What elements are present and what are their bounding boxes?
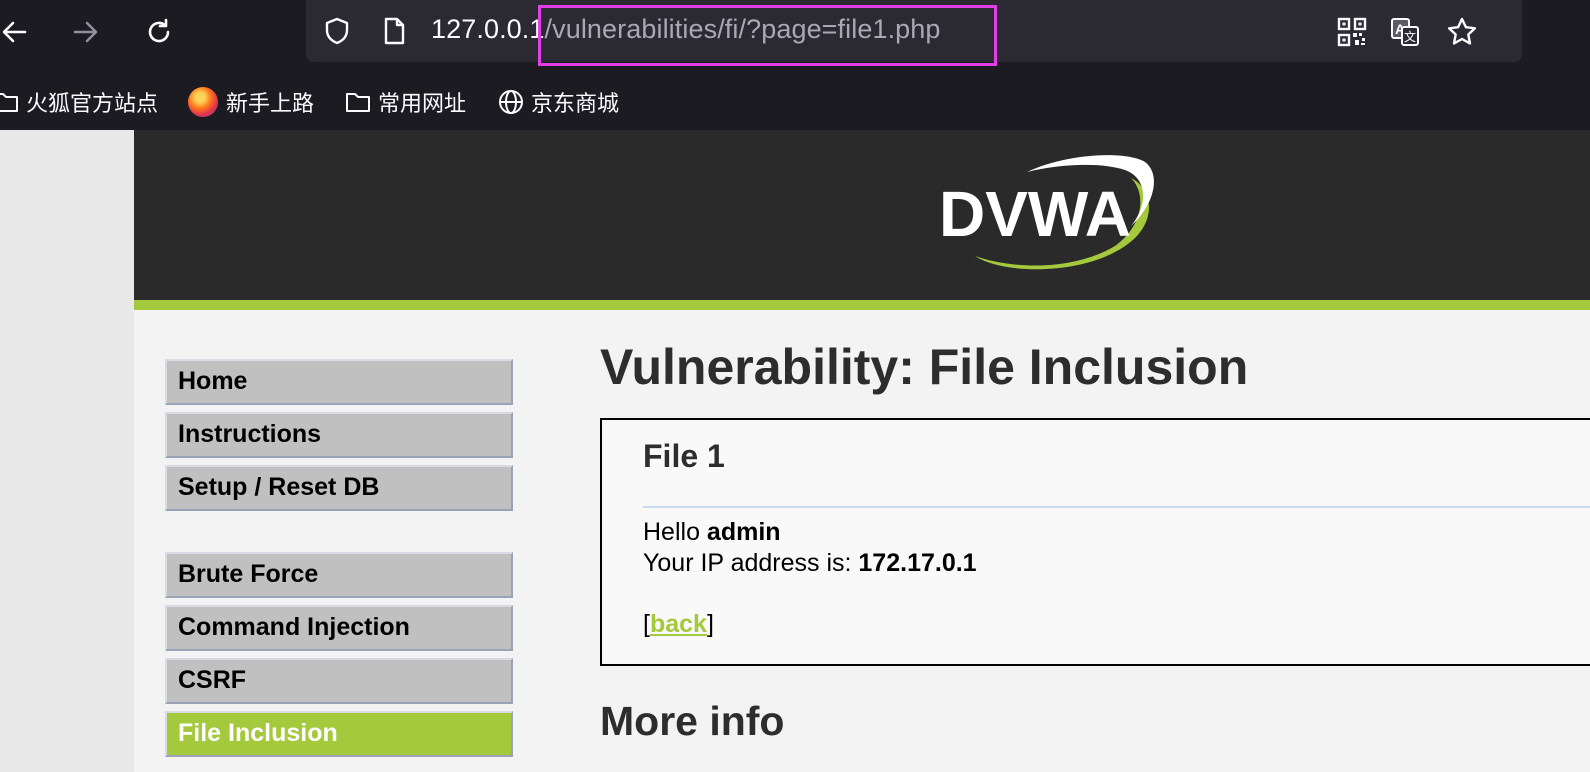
menu-file-inclusion[interactable]: File Inclusion [165, 711, 513, 757]
folder-icon [0, 93, 18, 112]
svg-text:文: 文 [1404, 29, 1416, 44]
shield-icon[interactable] [320, 13, 354, 49]
bookmark-jd-mall[interactable]: 京东商城 [497, 84, 619, 120]
globe-icon [499, 90, 523, 114]
bookmark-folder-common-sites[interactable]: 常用网址 [344, 84, 466, 120]
url-host: 127.0.0.1 [431, 14, 545, 44]
ip-prefix: Your IP address is: [643, 549, 859, 577]
menu-instructions[interactable]: Instructions [165, 412, 513, 458]
page-icon[interactable] [377, 13, 411, 49]
bookmark-folder-firefox-site[interactable]: 火狐官方站点 [0, 84, 158, 120]
back-arrow-icon[interactable] [0, 12, 32, 52]
back-bracket-close: ] [706, 610, 714, 638]
bookmark-label: 京东商城 [531, 92, 620, 117]
file-heading: File 1 [643, 438, 725, 474]
forward-arrow-icon[interactable] [68, 12, 104, 52]
ip-line: Your IP address is: 172.17.0.1 [643, 549, 977, 578]
back-link[interactable]: back [650, 610, 707, 638]
header-stripe [134, 300, 1590, 310]
vulnerable-code-area: File 1 Hello admin Your IP address is: 1… [600, 418, 1590, 666]
menu-csrf[interactable]: CSRF [165, 658, 513, 704]
menu-home[interactable]: Home [165, 359, 513, 405]
logo-text: DVWA [939, 178, 1131, 250]
page-title: Vulnerability: File Inclusion [600, 339, 1249, 395]
bookmark-label: 火狐官方站点 [26, 92, 159, 117]
folder-icon [346, 93, 370, 112]
hello-username: admin [706, 518, 781, 546]
reload-icon[interactable] [141, 12, 177, 52]
translate-icon[interactable]: A文 [1385, 12, 1425, 52]
firefox-icon [188, 87, 218, 117]
menu-command-injection[interactable]: Command Injection [165, 605, 513, 651]
back-line: [back] [643, 610, 714, 639]
qr-code-icon[interactable] [1332, 12, 1372, 52]
hello-line: Hello admin [643, 518, 781, 547]
dvwa-header [134, 130, 1590, 300]
bookmarks-bar: 火狐官方站点 新手上路 常用网址 京东商城 [0, 78, 1590, 126]
bookmark-getting-started[interactable]: 新手上路 [188, 84, 314, 120]
star-icon[interactable] [1442, 12, 1482, 52]
menu-brute-force[interactable]: Brute Force [165, 552, 513, 598]
hello-prefix: Hello [643, 518, 707, 546]
bookmark-label: 新手上路 [226, 92, 315, 117]
page-margin [0, 130, 134, 772]
dvwa-logo: DVWA [939, 155, 1154, 270]
menu-setup-reset-db[interactable]: Setup / Reset DB [165, 465, 513, 511]
back-bracket-open: [ [643, 610, 650, 638]
ip-value: 172.17.0.1 [858, 549, 977, 577]
heading-divider [643, 506, 1590, 508]
bookmark-label: 常用网址 [378, 92, 467, 117]
browser-toolbar: 127.0.0.1/vulnerabilities/fi/?page=file1… [0, 0, 1590, 66]
more-info-heading: More info [600, 698, 785, 744]
url-highlight-box [538, 5, 997, 66]
